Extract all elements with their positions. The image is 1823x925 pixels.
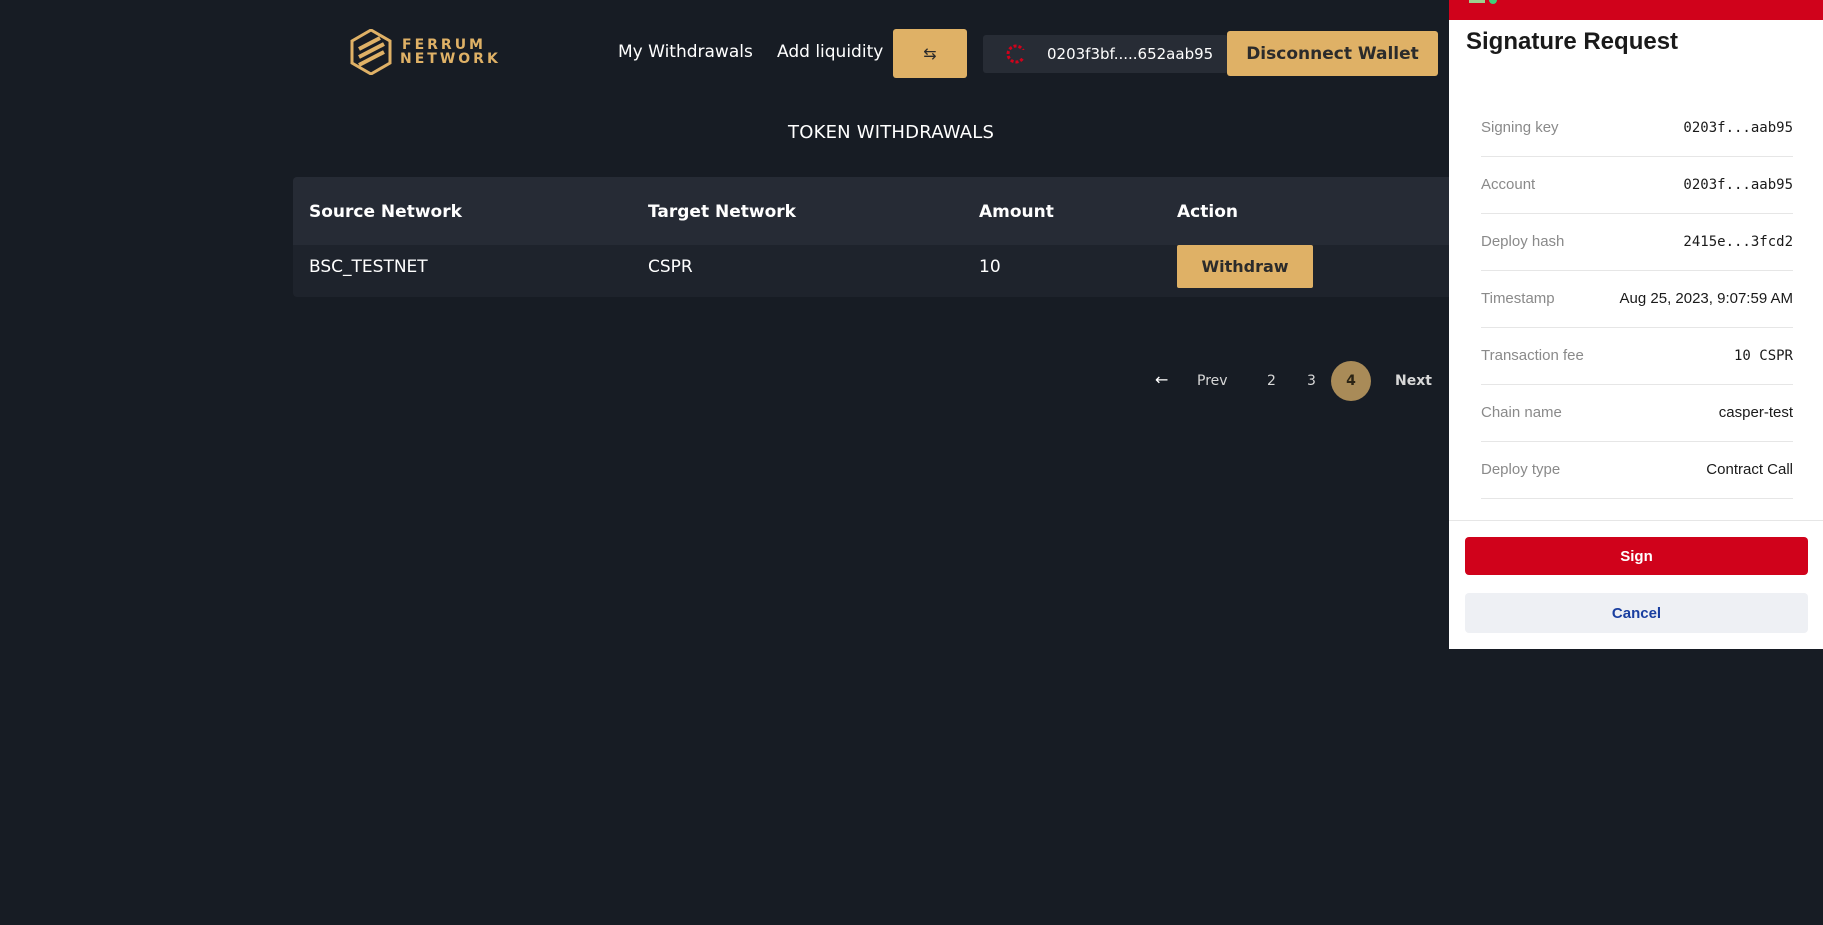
detail-row-signing-key: Signing key 0203f...aab95 (1481, 100, 1793, 157)
column-header-action: Action (1177, 202, 1238, 222)
cell-source-network: BSC_TESTNET (309, 257, 428, 277)
nav-add-liquidity[interactable]: Add liquidity (777, 42, 883, 62)
popup-top-bar (1449, 0, 1823, 20)
detail-label: Account (1481, 176, 1536, 193)
connection-status-icon (1489, 0, 1497, 4)
detail-label: Signing key (1481, 119, 1559, 136)
logo-wordmark: FERRUM NETWORK (400, 38, 501, 66)
signature-details-list: Signing key 0203f...aab95 Account 0203f.… (1465, 100, 1809, 499)
withdrawals-table: Source Network Target Network Amount Act… (293, 177, 1473, 297)
detail-row-chain-name: Chain name casper-test (1481, 385, 1793, 442)
detail-value: 10 CSPR (1733, 348, 1793, 364)
pagination-prev[interactable]: Prev (1197, 373, 1228, 389)
popup-divider (1449, 520, 1823, 521)
detail-label: Chain name (1481, 404, 1562, 421)
popup-top-indicator (1469, 0, 1485, 3)
ferrum-logo[interactable]: FERRUM NETWORK (350, 28, 505, 76)
detail-value: 2415e...3fcd2 (1683, 234, 1793, 250)
column-header-amount: Amount (979, 202, 1054, 222)
pagination-page-2[interactable]: 2 (1267, 373, 1276, 389)
signature-request-popup: Signature Request Signing key 0203f...aa… (1449, 0, 1823, 649)
detail-row-deploy-hash: Deploy hash 2415e...3fcd2 (1481, 214, 1793, 271)
detail-label: Timestamp (1481, 290, 1555, 307)
page-title: TOKEN WITHDRAWALS (788, 122, 995, 143)
pagination-next[interactable]: Next (1395, 373, 1432, 389)
detail-row-account: Account 0203f...aab95 (1481, 157, 1793, 214)
detail-row-transaction-fee: Transaction fee 10 CSPR (1481, 328, 1793, 385)
logo-line-2: NETWORK (400, 51, 501, 67)
detail-value: 0203f...aab95 (1683, 177, 1793, 193)
detail-value: casper-test (1718, 404, 1793, 421)
wallet-address-pill[interactable]: 0203f3bf.....652aab95 (983, 35, 1228, 73)
detail-value: Aug 25, 2023, 9:07:59 AM (1619, 290, 1793, 307)
detail-label: Deploy type (1481, 461, 1561, 478)
popup-details[interactable]: Signing key 0203f...aab95 Account 0203f.… (1465, 20, 1809, 520)
swap-button[interactable]: ⇆ (893, 29, 967, 78)
cancel-button[interactable]: Cancel (1465, 593, 1808, 633)
column-header-source: Source Network (309, 202, 462, 222)
logo-line-1: FERRUM (402, 37, 486, 53)
pagination-current-page[interactable]: 4 (1331, 361, 1371, 401)
cell-amount: 10 (979, 257, 1001, 277)
swap-arrows-icon: ⇆ (923, 44, 937, 63)
column-header-target: Target Network (648, 202, 796, 222)
disconnect-wallet-button[interactable]: Disconnect Wallet (1227, 31, 1438, 76)
detail-label: Deploy hash (1481, 233, 1565, 250)
detail-label: Transaction fee (1481, 347, 1584, 364)
ferrum-hexagon-logo-icon (350, 29, 392, 75)
detail-value: 0203f...aab95 (1683, 120, 1793, 136)
detail-value: Contract Call (1706, 461, 1793, 478)
sign-button[interactable]: Sign (1465, 537, 1808, 575)
withdraw-button[interactable]: Withdraw (1177, 245, 1313, 288)
casper-wallet-icon (1006, 44, 1027, 64)
nav-my-withdrawals[interactable]: My Withdrawals (618, 42, 753, 62)
detail-row-deploy-type: Deploy type Contract Call (1481, 442, 1793, 499)
pagination-page-3[interactable]: 3 (1307, 373, 1316, 389)
detail-row-timestamp: Timestamp Aug 25, 2023, 9:07:59 AM (1481, 271, 1793, 328)
wallet-address: 0203f3bf.....652aab95 (1047, 45, 1214, 63)
prev-arrow-icon[interactable]: ← (1155, 370, 1168, 389)
cell-target-network: CSPR (648, 257, 693, 277)
table-header: Source Network Target Network Amount Act… (293, 177, 1473, 245)
